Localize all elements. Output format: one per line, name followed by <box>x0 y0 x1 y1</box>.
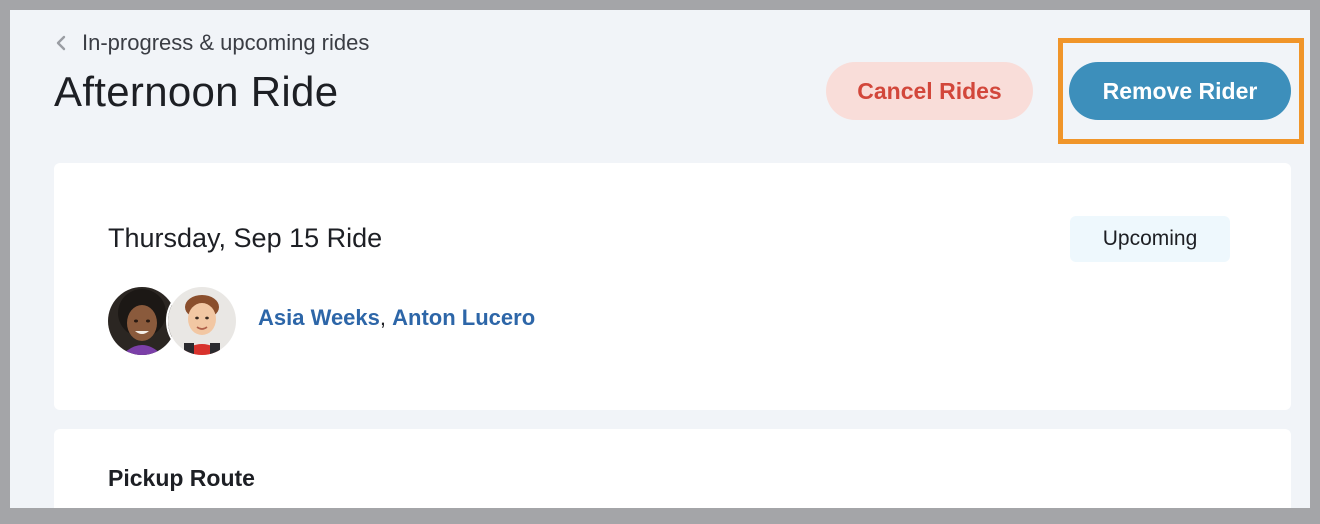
chevron-left-icon <box>54 32 68 54</box>
remove-rider-button[interactable]: Remove Rider <box>1069 62 1291 120</box>
cancel-rides-button[interactable]: Cancel Rides <box>826 62 1033 120</box>
page-title: Afternoon Ride <box>54 68 339 115</box>
back-link-label: In-progress & upcoming rides <box>82 30 370 55</box>
bottom-shade <box>0 508 1320 524</box>
rider-list: Asia Weeks , Anton Lucero <box>258 305 535 331</box>
rider-link-anton-lucero[interactable]: Anton Lucero <box>392 305 535 331</box>
page: In-progress & upcoming rides Afternoon R… <box>10 10 1310 524</box>
ride-card: Thursday, Sep 15 Ride Upcoming Asia Week… <box>54 163 1291 410</box>
avatar[interactable] <box>166 285 238 357</box>
pickup-route-title: Pickup Route <box>108 465 255 491</box>
rider-link-asia-weeks[interactable]: Asia Weeks <box>258 305 380 331</box>
rider-separator: , <box>379 305 393 330</box>
status-badge: Upcoming <box>1070 216 1230 262</box>
back-link[interactable]: In-progress & upcoming rides <box>54 30 369 56</box>
ride-date-title: Thursday, Sep 15 Ride <box>108 223 383 253</box>
